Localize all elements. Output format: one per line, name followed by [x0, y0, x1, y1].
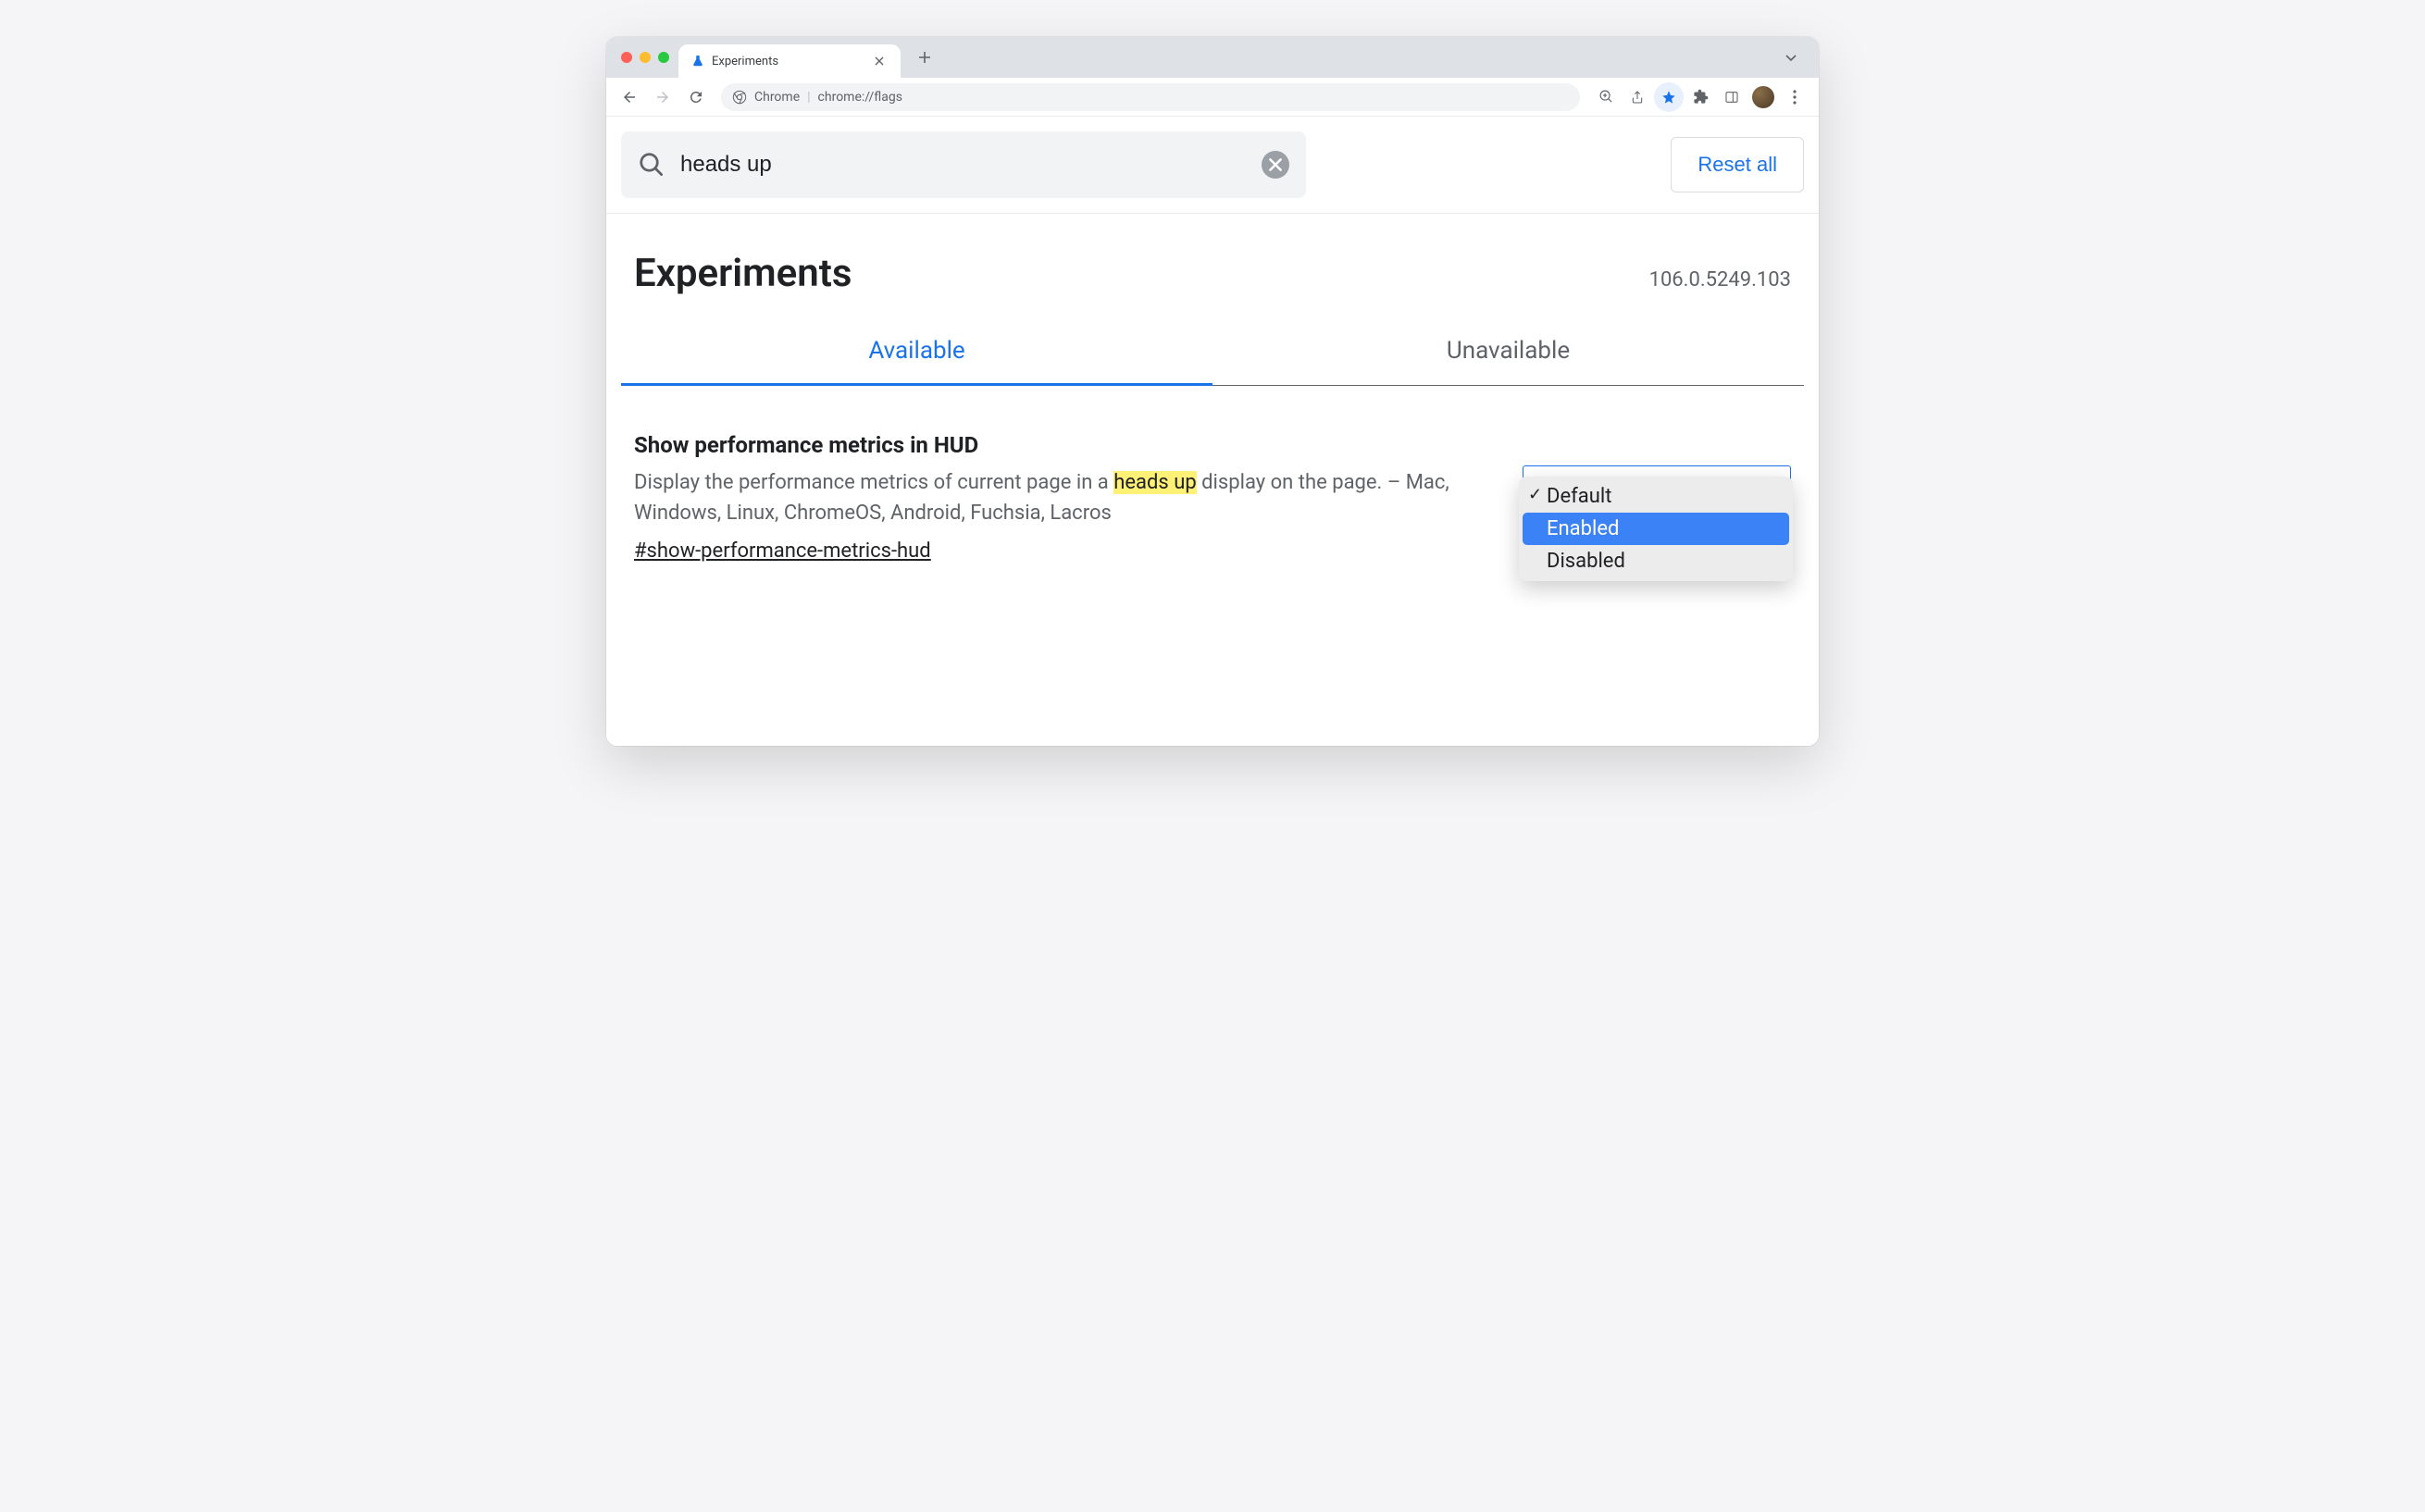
forward-button[interactable]: [649, 83, 677, 111]
maximize-window-button[interactable]: [658, 52, 669, 63]
browser-window: Experiments Chrome |: [606, 37, 1819, 746]
search-input[interactable]: [680, 152, 1247, 178]
search-icon: [638, 151, 665, 179]
page-content: Reset all Experiments 106.0.5249.103 Ava…: [606, 117, 1819, 746]
page-header: Experiments 106.0.5249.103: [606, 214, 1819, 318]
flag-select: Default Enabled Disabled: [1523, 465, 1791, 506]
dropdown-option-enabled[interactable]: Enabled: [1523, 513, 1789, 545]
chrome-icon: [732, 90, 747, 105]
flag-desc-before: Display the performance metrics of curre…: [634, 471, 1113, 494]
back-button[interactable]: [616, 83, 643, 111]
titlebar-right: [1778, 44, 1804, 70]
address-bar[interactable]: Chrome | chrome://flags: [721, 83, 1580, 111]
close-window-button[interactable]: [621, 52, 632, 63]
reset-all-button[interactable]: Reset all: [1671, 137, 1804, 192]
reload-button[interactable]: [682, 83, 710, 111]
tab-available[interactable]: Available: [621, 318, 1212, 386]
flag-hash-link[interactable]: #show-performance-metrics-hud: [634, 539, 931, 563]
omnibox-url: chrome://flags: [818, 90, 902, 105]
version-text: 106.0.5249.103: [1649, 268, 1791, 291]
new-tab-button[interactable]: [912, 44, 938, 70]
dropdown-option-disabled[interactable]: Disabled: [1523, 545, 1789, 577]
dropdown-option-default[interactable]: Default: [1523, 480, 1789, 513]
share-icon[interactable]: [1623, 82, 1652, 112]
flask-icon: [691, 55, 704, 68]
flag-desc-highlight: heads up: [1113, 471, 1196, 494]
menu-button[interactable]: [1780, 82, 1809, 112]
titlebar: Experiments: [606, 37, 1819, 78]
window-controls: [621, 52, 669, 63]
zoom-icon[interactable]: [1591, 82, 1621, 112]
tab-search-button[interactable]: [1778, 44, 1804, 70]
tab-title: Experiments: [712, 55, 778, 68]
extensions-icon[interactable]: [1685, 82, 1715, 112]
toolbar: Chrome | chrome://flags: [606, 78, 1819, 117]
omnibox-divider: |: [807, 90, 810, 105]
minimize-window-button[interactable]: [640, 52, 651, 63]
flag-text: Show performance metrics in HUD Display …: [634, 432, 1467, 563]
profile-avatar[interactable]: [1752, 86, 1774, 108]
browser-tab[interactable]: Experiments: [678, 44, 901, 78]
bookmark-button[interactable]: [1654, 82, 1684, 112]
tab-unavailable[interactable]: Unavailable: [1212, 318, 1804, 386]
toolbar-right: [1591, 82, 1809, 112]
close-tab-button[interactable]: [871, 53, 888, 69]
search-box: [621, 131, 1306, 198]
side-panel-icon[interactable]: [1717, 82, 1747, 112]
search-row: Reset all: [606, 117, 1819, 214]
flag-item: Show performance metrics in HUD Display …: [606, 386, 1819, 590]
clear-search-button[interactable]: [1262, 151, 1289, 179]
page-title: Experiments: [634, 251, 852, 296]
flag-title: Show performance metrics in HUD: [634, 432, 1467, 458]
tabs-row: Available Unavailable: [606, 318, 1819, 386]
omnibox-app-label: Chrome: [754, 90, 800, 105]
flag-description: Display the performance metrics of curre…: [634, 467, 1467, 528]
dropdown-menu: Default Enabled Disabled: [1519, 477, 1793, 581]
